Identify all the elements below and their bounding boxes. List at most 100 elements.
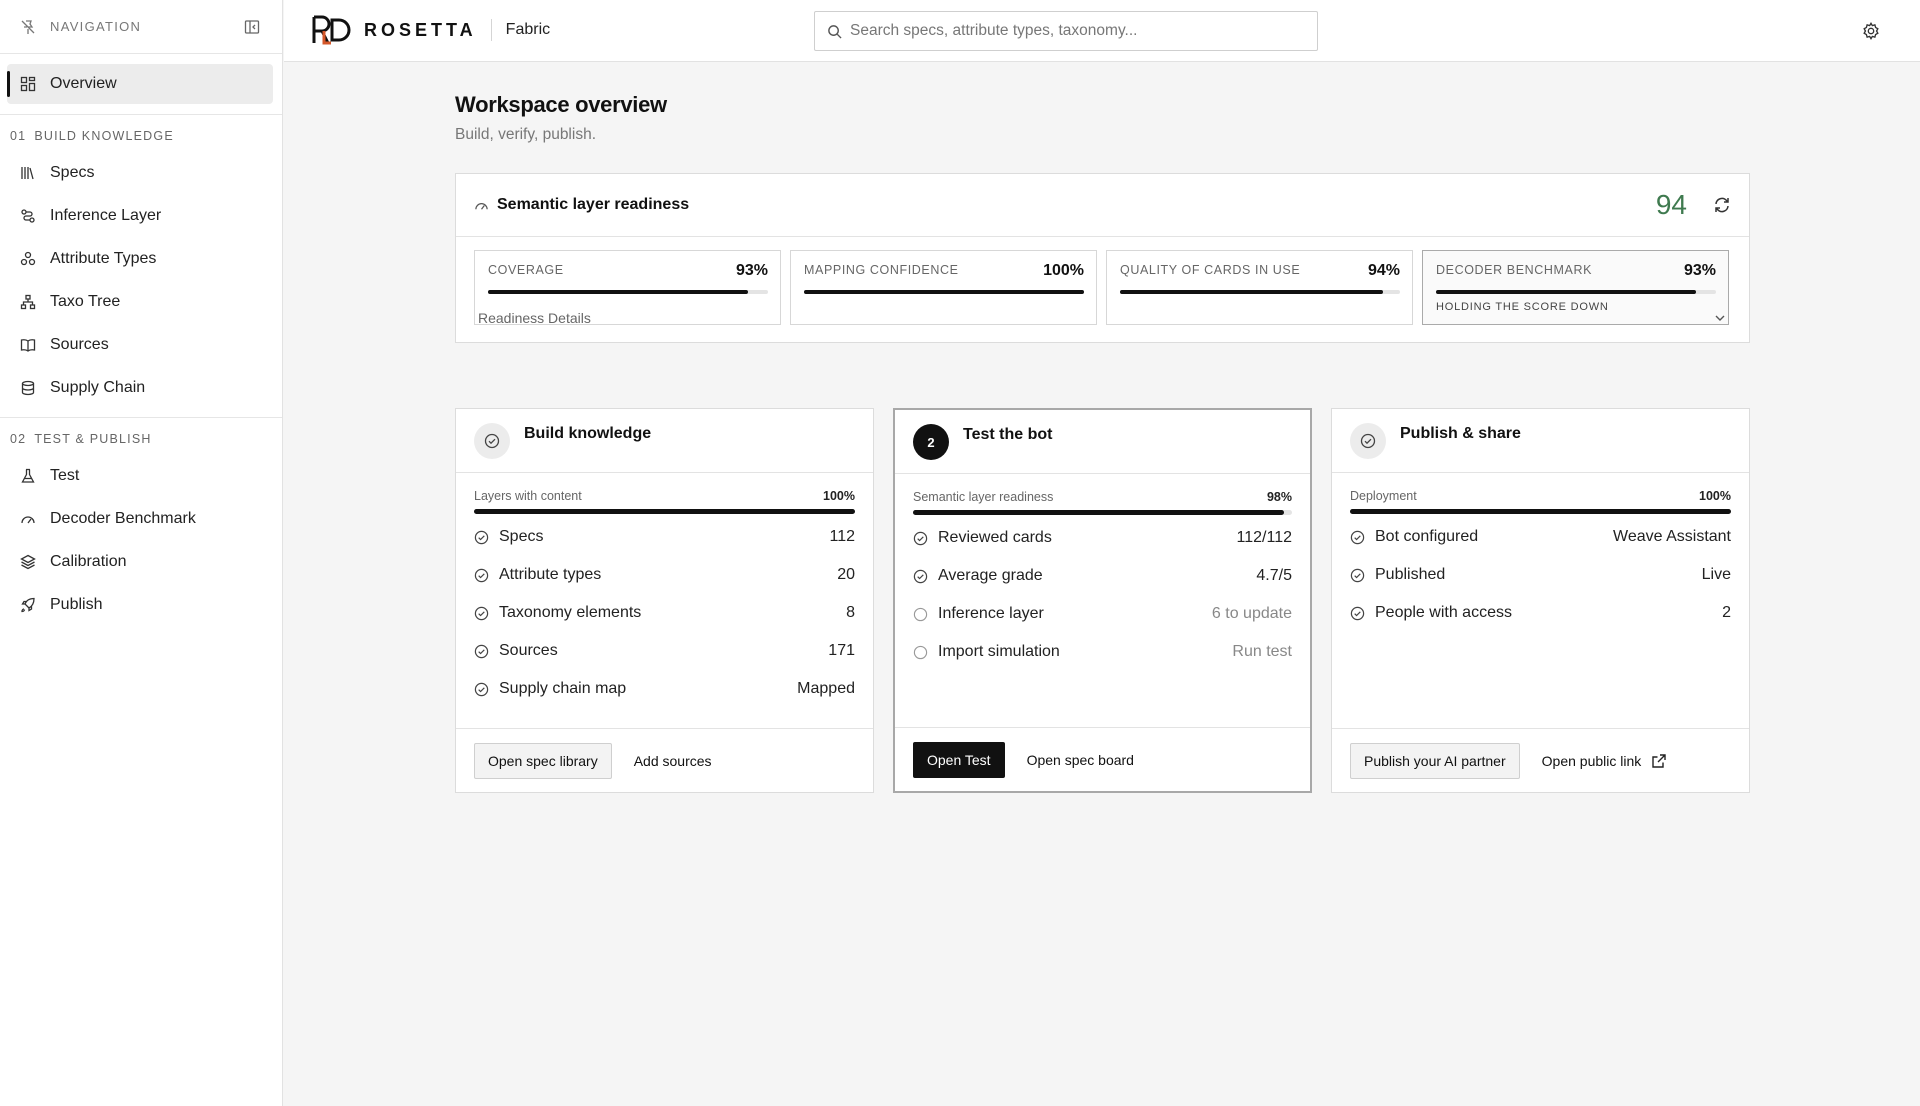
open-public-link[interactable]: Open public link xyxy=(1542,753,1668,769)
card-row: Specs 112 xyxy=(474,518,855,556)
row-label: Sources xyxy=(499,642,558,659)
readiness-details-toggle[interactable]: Readiness Details xyxy=(478,310,1727,326)
grid-icon xyxy=(20,76,36,92)
progress-value: 100% xyxy=(1699,489,1731,503)
row-label: Average grade xyxy=(938,567,1043,584)
card-row[interactable]: Import simulation Run test xyxy=(913,633,1292,671)
check-circle-icon xyxy=(474,682,489,696)
card-footer: Publish your AI partner Open public link xyxy=(1332,728,1749,792)
sidebar-item-overview[interactable]: Overview xyxy=(7,64,273,104)
card-title: Test the bot xyxy=(963,426,1053,443)
card-rows: Bot configured Weave Assistant Published… xyxy=(1332,518,1749,632)
check-circle-icon xyxy=(1350,606,1365,620)
hierarchy-icon xyxy=(20,294,36,309)
chevron-down-icon xyxy=(1715,315,1725,321)
card-title: Build knowledge xyxy=(524,425,652,442)
pin-off-icon[interactable] xyxy=(20,19,36,35)
rosetta-logo-icon xyxy=(312,15,351,45)
top-bar: ROSETTA Fabric xyxy=(284,0,1920,62)
step-cards: Build knowledge Layers with content 100%… xyxy=(455,408,1750,793)
sidebar-item-taxo-tree[interactable]: Taxo Tree xyxy=(0,280,282,323)
brand-name: ROSETTA xyxy=(364,19,477,40)
metric-progress-bar xyxy=(1436,290,1716,294)
card-row: Published Live xyxy=(1350,556,1731,594)
sidebar-item-decoder-benchmark[interactable]: Decoder Benchmark xyxy=(0,497,282,540)
sidebar-item-inference-layer[interactable]: Inference Layer xyxy=(0,194,282,237)
step-complete-badge xyxy=(1350,423,1386,459)
check-circle-icon xyxy=(913,569,928,583)
primary-button[interactable]: Open spec library xyxy=(474,742,612,779)
readiness-score: 94 xyxy=(1655,189,1687,220)
check-circle-icon xyxy=(474,606,489,620)
rocket-icon xyxy=(21,597,35,612)
card-footer: Open spec library Add sources xyxy=(456,728,873,792)
metric-value: 94% xyxy=(1367,262,1400,279)
check-circle-icon xyxy=(1350,568,1365,582)
empty-circle-icon xyxy=(913,645,928,659)
external-link-icon xyxy=(1652,753,1666,768)
progress-value: 98% xyxy=(1266,490,1292,504)
section-label: TEST & PUBLISH xyxy=(34,432,152,446)
brand-logo[interactable]: ROSETTA Fabric xyxy=(312,15,550,45)
sidebar-item-label: Decoder Benchmark xyxy=(50,509,196,527)
row-label: Specs xyxy=(499,528,544,545)
page-title: Workspace overview xyxy=(455,92,667,117)
metric-label: COVERAGE xyxy=(488,263,564,277)
primary-button[interactable]: Publish your AI partner xyxy=(1350,742,1520,779)
sidebar-item-sources[interactable]: Sources xyxy=(0,323,282,366)
nav-title: NAVIGATION xyxy=(50,19,142,34)
search-input[interactable] xyxy=(850,22,1290,40)
row-label: Inference layer xyxy=(938,605,1044,622)
check-circle-icon xyxy=(474,568,489,582)
card-row: Taxonomy elements 8 xyxy=(474,594,855,632)
card-rows: Reviewed cards 112/112 Average grade 4.7… xyxy=(895,519,1310,671)
row-label: Reviewed cards xyxy=(938,529,1052,546)
row-value: 20 xyxy=(837,566,855,583)
row-value: 112 xyxy=(829,528,855,545)
sidebar-item-calibration[interactable]: Calibration xyxy=(0,540,282,583)
secondary-link[interactable]: Open spec board xyxy=(1027,752,1134,768)
primary-button[interactable]: Open Test xyxy=(913,741,1005,778)
card-progress: Deployment 100% xyxy=(1332,473,1749,518)
metric-progress-bar xyxy=(1120,290,1400,294)
sidebar-item-label: Attribute Types xyxy=(50,249,157,267)
link-label: Open public link xyxy=(1541,752,1642,769)
collapse-sidebar-icon[interactable] xyxy=(244,19,260,35)
sidebar-item-publish[interactable]: Publish xyxy=(0,583,282,626)
nav-section-build: 01 BUILD KNOWLEDGE xyxy=(0,115,282,151)
card-header: Publish & share xyxy=(1332,409,1749,473)
sidebar-item-label: Overview xyxy=(50,75,117,92)
sidebar-item-test[interactable]: Test xyxy=(0,454,282,497)
card-title: Publish & share xyxy=(1400,425,1521,442)
sidebar: NAVIGATION Overview 01 BUILD KNOWLEDGE S… xyxy=(0,0,283,1106)
refresh-icon[interactable] xyxy=(1713,196,1731,214)
shapes-icon xyxy=(20,251,36,265)
progress-label: Semantic layer readiness xyxy=(913,490,1054,504)
readiness-title: Semantic layer readiness xyxy=(497,196,690,213)
database-icon xyxy=(21,380,35,395)
page-subtitle: Build, verify, publish. xyxy=(455,126,596,143)
section-label: BUILD KNOWLEDGE xyxy=(34,129,174,143)
card-publish-share: Publish & share Deployment 100% Bot conf… xyxy=(1331,408,1750,793)
progress-bar xyxy=(1350,509,1731,514)
route-icon xyxy=(21,208,35,223)
section-number: 02 xyxy=(10,432,27,446)
card-row: Sources 171 xyxy=(474,632,855,670)
sidebar-item-supply-chain[interactable]: Supply Chain xyxy=(0,366,282,409)
search-box[interactable] xyxy=(814,11,1318,51)
check-circle-icon xyxy=(913,531,928,545)
workspace-name[interactable]: Fabric xyxy=(506,21,550,39)
check-circle-icon xyxy=(474,530,489,544)
sidebar-item-attribute-types[interactable]: Attribute Types xyxy=(0,237,282,280)
progress-bar xyxy=(913,510,1292,515)
row-value: Live xyxy=(1701,566,1731,583)
sidebar-item-label: Specs xyxy=(50,163,95,181)
metric-value: 93% xyxy=(1683,262,1716,279)
metric-progress-bar xyxy=(804,290,1084,294)
readiness-panel: Semantic layer readiness 94 COVERAGE 93%… xyxy=(455,173,1750,343)
card-row[interactable]: Inference layer 6 to update xyxy=(913,595,1292,633)
gear-icon[interactable] xyxy=(1862,22,1880,40)
sidebar-item-specs[interactable]: Specs xyxy=(0,151,282,194)
secondary-link[interactable]: Add sources xyxy=(634,753,712,769)
progress-label: Layers with content xyxy=(474,489,582,503)
